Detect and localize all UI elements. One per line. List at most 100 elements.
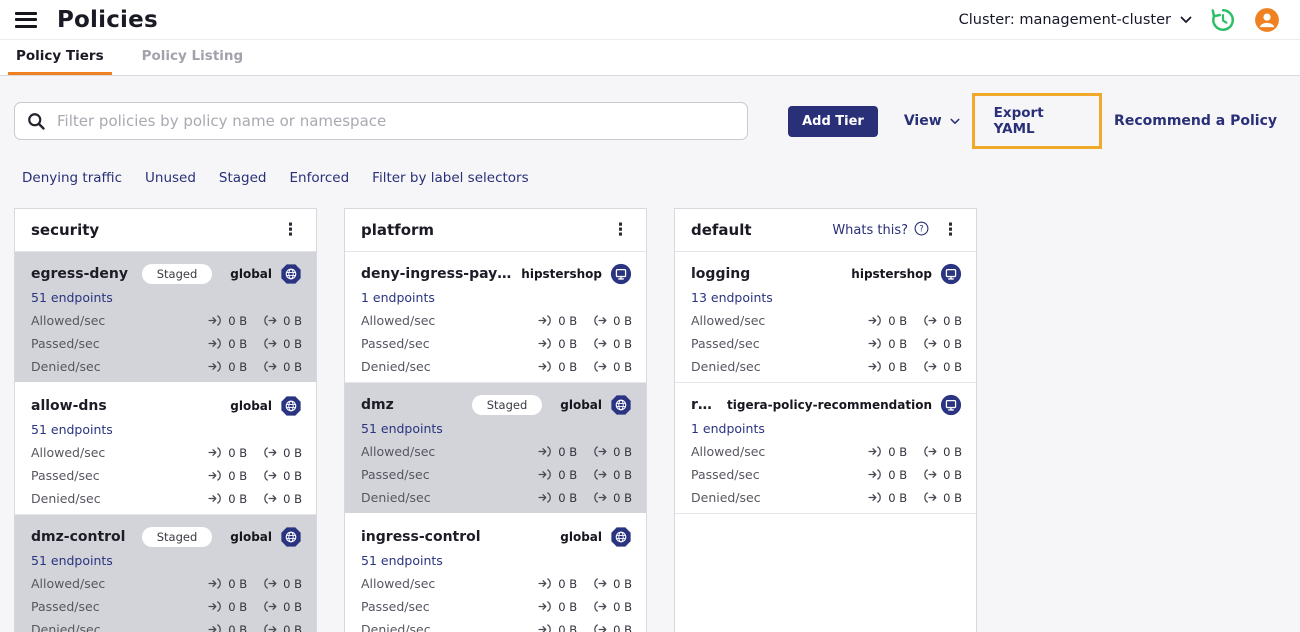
endpoints-link[interactable]: 51 endpoints (31, 553, 302, 568)
hamburger-menu-icon[interactable] (15, 11, 37, 28)
policy-card[interactable]: dmz Staged global 51 endpoints Allowed/s… (345, 383, 646, 515)
tab-bar: Policy Tiers Policy Listing (0, 40, 1300, 76)
search-icon (26, 111, 46, 135)
policy-card[interactable]: logging hipstershop 13 endpoints Allowed… (675, 252, 976, 383)
whats-this-link[interactable]: Whats this? ? (832, 221, 929, 240)
egress-icon (593, 442, 608, 461)
ingress-value: 0 B (558, 359, 578, 374)
egress-icon (263, 311, 278, 330)
global-policy-icon (610, 526, 632, 548)
endpoints-link[interactable]: 1 endpoints (361, 290, 632, 305)
tier-security: security ⋮ egress-deny Staged global 51 … (14, 208, 317, 632)
egress-icon (263, 443, 278, 462)
tier-default: default Whats this? ? ⋮ logging hipsters… (674, 208, 977, 632)
metric-label: Allowed/sec (361, 313, 436, 328)
egress-icon (593, 597, 608, 616)
metric-label: Passed/sec (361, 467, 430, 482)
egress-icon (923, 334, 938, 353)
ingress-value: 0 B (558, 490, 578, 505)
kebab-menu-icon[interactable]: ⋮ (279, 221, 302, 239)
endpoints-link[interactable]: 51 endpoints (361, 553, 632, 568)
policy-scope: global (230, 399, 272, 413)
egress-value: 0 B (283, 576, 302, 591)
history-icon[interactable] (1210, 7, 1236, 33)
filter-by-label-selectors[interactable]: Filter by label selectors (372, 170, 528, 186)
metric-label: Passed/sec (691, 336, 760, 351)
egress-icon (593, 334, 608, 353)
search-input[interactable] (14, 102, 749, 140)
policy-name: restricted (691, 397, 719, 413)
egress-value: 0 B (283, 622, 302, 632)
ingress-value: 0 B (558, 622, 578, 632)
endpoints-link[interactable]: 13 endpoints (691, 290, 962, 305)
egress-icon (263, 466, 278, 485)
add-tier-button[interactable]: Add Tier (788, 105, 878, 137)
filter-denying-traffic[interactable]: Denying traffic (22, 170, 122, 186)
filter-enforced[interactable]: Enforced (290, 170, 350, 186)
policy-card[interactable]: ingress-control global 51 endpoints Allo… (345, 515, 646, 632)
policy-card[interactable]: dmz-control Staged global 51 endpoints A… (15, 515, 316, 632)
metric-label: Denied/sec (361, 359, 431, 374)
ingress-icon (538, 574, 553, 593)
ingress-icon (208, 597, 223, 616)
user-avatar[interactable] (1254, 7, 1280, 33)
ingress-value: 0 B (888, 313, 908, 328)
tier-name: default (691, 221, 752, 239)
namespace-policy-icon (610, 263, 632, 285)
export-yaml-button[interactable]: Export YAML (971, 93, 1103, 149)
policy-card[interactable]: restricted tigera-policy-recommendation … (675, 383, 976, 514)
endpoints-link[interactable]: 51 endpoints (31, 290, 302, 305)
global-policy-icon (610, 394, 632, 416)
ingress-icon (208, 489, 223, 508)
egress-icon (593, 465, 608, 484)
filter-unused[interactable]: Unused (145, 170, 196, 186)
metric-label: Denied/sec (361, 622, 431, 632)
cluster-selector[interactable]: Cluster: management-cluster (959, 12, 1192, 28)
namespace-policy-icon (940, 394, 962, 416)
metric-label: Denied/sec (691, 490, 761, 505)
ingress-icon (868, 357, 883, 376)
metric-label: Denied/sec (691, 359, 761, 374)
tab-policy-tiers[interactable]: Policy Tiers (8, 40, 112, 75)
metric-label: Allowed/sec (361, 444, 436, 459)
policy-card[interactable]: deny-ingress-paymentservi… hipstershop 1… (345, 252, 646, 383)
ingress-icon (868, 334, 883, 353)
recommend-policy-button[interactable]: Recommend a Policy (1114, 113, 1277, 129)
endpoints-link[interactable]: 51 endpoints (31, 422, 302, 437)
endpoints-link[interactable]: 51 endpoints (361, 421, 632, 436)
egress-icon (923, 465, 938, 484)
tab-policy-listing[interactable]: Policy Listing (134, 40, 252, 75)
egress-value: 0 B (283, 445, 302, 460)
metric-label: Allowed/sec (31, 576, 106, 591)
staged-badge: Staged (141, 527, 213, 547)
ingress-value: 0 B (228, 445, 248, 460)
policy-name: ingress-control (361, 529, 481, 545)
kebab-menu-icon[interactable]: ⋮ (939, 221, 962, 239)
ingress-value: 0 B (888, 490, 908, 505)
metric-label: Denied/sec (31, 622, 101, 632)
egress-icon (263, 357, 278, 376)
policy-scope: global (230, 530, 272, 544)
egress-value: 0 B (613, 490, 632, 505)
policy-scope: global (560, 398, 602, 412)
metric-label: Allowed/sec (691, 444, 766, 459)
policy-card[interactable]: allow-dns global 51 endpoints Allowed/se… (15, 384, 316, 515)
endpoints-link[interactable]: 1 endpoints (691, 421, 962, 436)
egress-value: 0 B (283, 468, 302, 483)
egress-value: 0 B (613, 622, 632, 632)
ingress-value: 0 B (558, 576, 578, 591)
filter-staged[interactable]: Staged (219, 170, 267, 186)
view-dropdown[interactable]: View (904, 113, 960, 129)
egress-value: 0 B (613, 467, 632, 482)
policy-name: dmz-control (31, 529, 126, 545)
ingress-icon (538, 597, 553, 616)
ingress-value: 0 B (228, 313, 248, 328)
chevron-down-icon (950, 113, 960, 129)
egress-value: 0 B (943, 467, 962, 482)
egress-value: 0 B (283, 359, 302, 374)
policy-card[interactable]: egress-deny Staged global 51 endpoints A… (15, 252, 316, 384)
egress-value: 0 B (943, 490, 962, 505)
kebab-menu-icon[interactable]: ⋮ (609, 221, 632, 239)
global-policy-icon (280, 526, 302, 548)
egress-value: 0 B (943, 359, 962, 374)
